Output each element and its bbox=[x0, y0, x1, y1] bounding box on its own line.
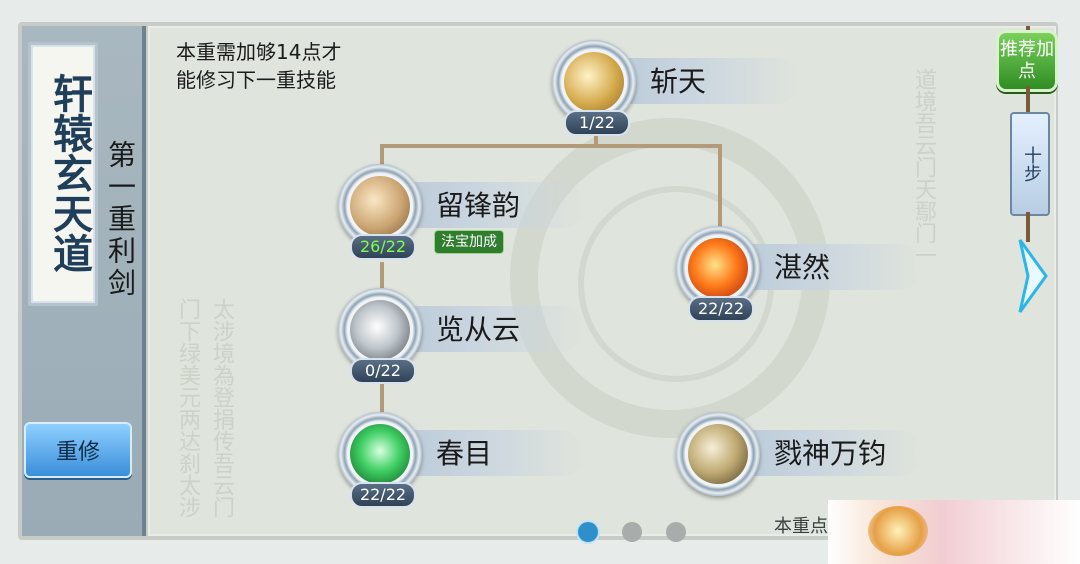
reset-skills-button[interactable]: 重修 bbox=[24, 422, 132, 478]
glow-icon bbox=[868, 506, 928, 556]
skill-level: 22/22 bbox=[350, 482, 416, 508]
tree-connector bbox=[380, 262, 384, 288]
tree-connector bbox=[380, 144, 722, 148]
skill-name: 春目 bbox=[436, 437, 493, 470]
skill-school-title: 轩辕玄天道 bbox=[46, 73, 93, 273]
skill-level: 0/22 bbox=[350, 358, 416, 384]
skill-node-liufengyun[interactable]: 留锋韵 26/22 法宝加成 bbox=[338, 164, 598, 260]
skill-name: 留锋韵 bbox=[436, 189, 521, 222]
blade-wind-icon bbox=[350, 176, 410, 236]
sword-slash-icon bbox=[564, 52, 624, 112]
next-page-arrow-icon[interactable] bbox=[1014, 236, 1050, 316]
page-dot[interactable] bbox=[666, 522, 686, 542]
corner-watermark-overlay bbox=[828, 500, 1080, 564]
skill-node-zhanran[interactable]: 湛然 22/22 bbox=[676, 226, 936, 322]
meditation-figure-icon bbox=[350, 424, 410, 484]
fire-burst-icon bbox=[688, 238, 748, 298]
hanging-cord bbox=[1026, 86, 1030, 112]
skill-node-lushenwanjun[interactable]: 戮神万钧 bbox=[676, 412, 936, 496]
skill-node-chunmu[interactable]: 春目 22/22 bbox=[338, 412, 598, 508]
skill-name: 览从云 bbox=[436, 313, 521, 346]
unlock-hint: 本重需加够14点才 能修习下一重技能 bbox=[176, 38, 416, 94]
skill-node-zhantian[interactable]: 斩天 1/22 bbox=[552, 40, 812, 136]
skill-name: 斩天 bbox=[650, 65, 707, 98]
skill-level: 22/22 bbox=[688, 296, 754, 322]
ten-steps-button[interactable]: 十步 bbox=[1010, 112, 1050, 216]
page-dot[interactable] bbox=[622, 522, 642, 542]
whirlwind-icon bbox=[350, 300, 410, 360]
skill-level: 26/22 bbox=[350, 234, 416, 260]
chapter-title: 第一重利剑 bbox=[104, 140, 137, 300]
unlock-hint-line1: 本重需加够14点才 bbox=[176, 40, 342, 64]
page-dot[interactable] bbox=[578, 522, 598, 542]
recommend-points-button[interactable]: 推荐加点 bbox=[996, 30, 1058, 92]
background-calligraphy-left: 太涉境為登捐传吾云门门下绿美元两达刹太涉 bbox=[175, 298, 234, 518]
heavy-strike-icon bbox=[688, 424, 748, 484]
skill-level: 1/22 bbox=[564, 110, 630, 136]
skill-school-title-scroll: 轩辕玄天道 bbox=[28, 42, 98, 306]
skill-node-lancongyun[interactable]: 览从云 0/22 bbox=[338, 288, 598, 384]
skill-ring[interactable] bbox=[676, 412, 760, 496]
tree-connector bbox=[718, 144, 722, 228]
skill-name: 湛然 bbox=[774, 251, 831, 284]
treasure-bonus-badge: 法宝加成 bbox=[434, 230, 504, 254]
skill-name: 戮神万钧 bbox=[774, 437, 887, 470]
bottom-info-text: 本重点 bbox=[774, 516, 828, 537]
unlock-hint-line2: 能修习下一重技能 bbox=[176, 68, 336, 92]
